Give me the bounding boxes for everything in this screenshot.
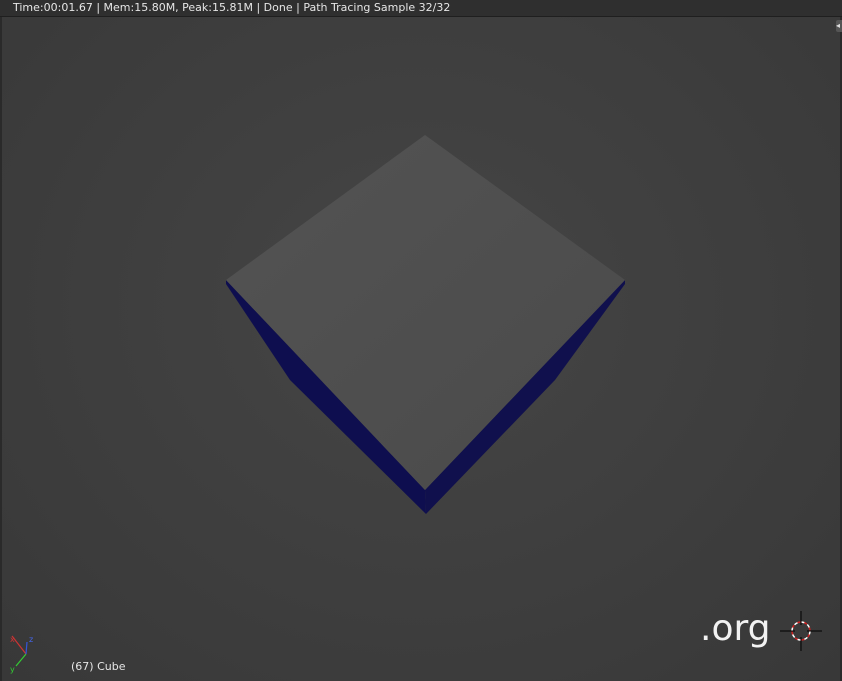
render-status-text: Time:00:01.67 | Mem:15.80M, Peak:15.81M …	[13, 1, 451, 14]
3d-cursor-icon[interactable]	[780, 610, 824, 652]
render-info-header: Time:00:01.67 | Mem:15.80M, Peak:15.81M …	[0, 0, 842, 17]
watermark-text: .org	[700, 608, 771, 649]
area-split-icon[interactable]: ◂	[836, 20, 842, 32]
active-object-info: (67) Cube	[71, 660, 126, 673]
axis-gizmo-icon: x y z	[10, 635, 33, 674]
rendered-scene	[226, 135, 625, 514]
axis-x-label: x	[10, 635, 15, 644]
axis-y-label: y	[10, 665, 15, 674]
cube-top-face[interactable]	[226, 135, 625, 490]
axis-z-label: z	[29, 635, 33, 644]
